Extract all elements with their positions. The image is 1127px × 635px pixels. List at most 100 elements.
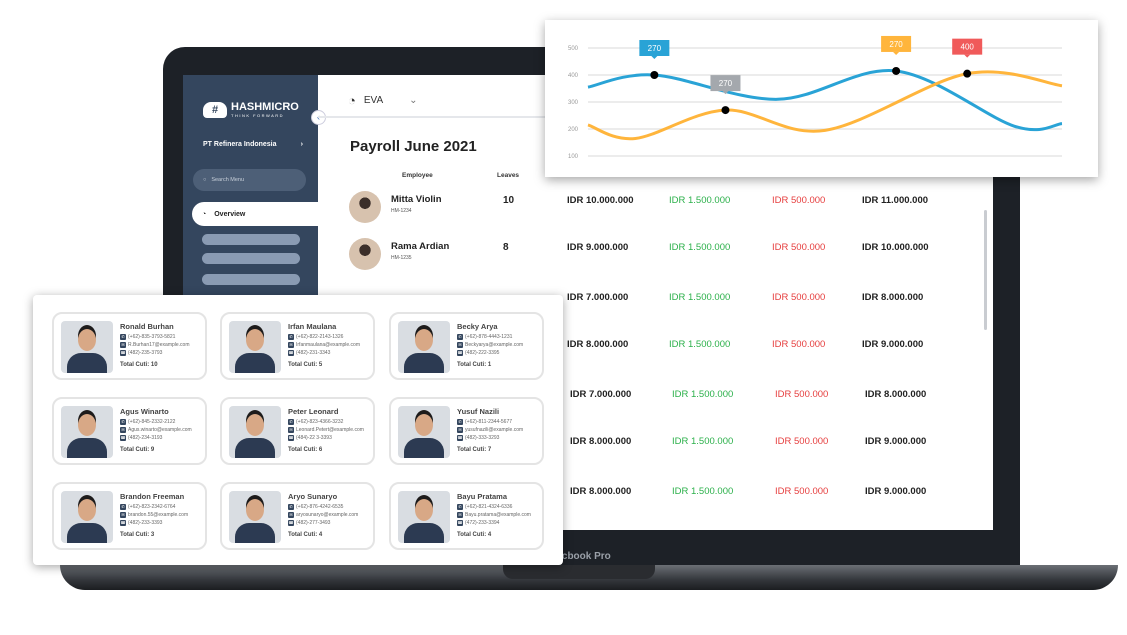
data-label: 270 [889,40,903,49]
total: IDR 8.000.000 [865,389,927,400]
logo-tagline: THINK FORWARD [231,113,285,118]
y-tick-label: 200 [568,127,579,133]
data-label: 270 [719,79,733,88]
whatsapp-icon: ✆ [120,334,126,340]
email: Bayu.pratama@example.com [465,512,531,518]
mail-icon: ✉ [288,427,294,433]
phone-line: ☎ (482)-231-3343 [288,350,330,356]
whatsapp-number: (+62)-878-4443-1231 [465,334,513,340]
mail-icon: ✉ [457,427,463,433]
employee-name: Peter Leonard [288,407,339,416]
whatsapp-line: ✆ (+62)-822-2143-1326 [288,334,343,340]
phone-number: (482)-277-3493 [296,520,331,526]
employee-card[interactable]: Becky Arya ✆ (+62)-878-4443-1231 ✉ Beckyar… [389,312,544,380]
allowance: IDR 1.500.000 [672,389,734,400]
search-menu-input[interactable]: ○ Search Menu [193,169,306,191]
salary: IDR 9.000.000 [567,242,629,253]
total: IDR 8.000.000 [862,292,924,303]
employee-photo [398,321,450,373]
phone-line: ☎ (482)-333-3293 [457,435,499,441]
employee-card[interactable]: Irfan Maulana ✆ (+62)-822-2143-1326 ✉ Irfa… [220,312,375,380]
whatsapp-number: (+62)-822-2143-1326 [296,334,344,340]
employee-name: Rama Ardian [391,241,450,252]
salary: IDR 8.000.000 [567,339,629,350]
total: IDR 9.000.000 [862,339,924,350]
leaves-count: 10 [503,195,515,206]
employee-photo [61,406,113,458]
whatsapp-line: ✆ (+62)-823-2342-6764 [120,504,175,510]
employee-name: Brandon Freeman [120,492,185,501]
employee-cards-panel: Ronald Burhan ✆ (+62)-835-3793-5821 ✉ R.Bu… [33,295,563,565]
chevron-right-icon: › [300,141,303,148]
employee-photo [398,406,450,458]
employee-id: HM-1235 [391,255,412,261]
phone-line: ☎ (472)-233-3394 [457,520,499,526]
email-line: ✉ yusufnazili@example.com [457,427,523,433]
table-row[interactable]: Rama Ardian HM-1235 8 IDR 9.000.000 IDR 1… [183,238,993,287]
whatsapp-icon: ✆ [120,504,126,510]
phone-icon: ☎ [457,435,463,441]
email-line: ✉ R.Burhan17@example.com [120,342,190,348]
whatsapp-line: ✆ (+62)-811-2344-5677 [457,419,512,425]
mail-icon: ✉ [288,512,294,518]
line-chart: 500 400 300 200 100 270 270 270 400 [568,35,1063,160]
data-point [892,66,901,75]
email: yusufnazili@example.com [465,427,524,433]
whatsapp-number: (+62)-845-2332-2122 [128,419,176,425]
phone-line: ☎ (482)-222-3395 [457,350,499,356]
employee-name: Agus Winarto [120,407,169,416]
employee-card[interactable]: Ronald Burhan ✆ (+62)-835-3793-5821 ✉ R.Bu… [52,312,207,380]
email-line: ✉ Bayu.pratama@example.com [457,512,531,518]
employee-card[interactable]: Agus Winarto ✆ (+62)-845-2332-2122 ✉ Agus.… [52,397,207,465]
phone-icon: ☎ [120,520,126,526]
employee-card[interactable]: Yusuf Nazili ✆ (+62)-811-2344-5677 ✉ yusuf… [389,397,544,465]
scrollbar[interactable] [984,210,987,330]
phone-number: (484)-22 3-3393 [296,435,332,441]
email: R.Burhan17@example.com [128,342,190,348]
employee-card[interactable]: Aryo Sunaryo ✆ (+62)-876-4242-6535 ✉ aryos… [220,482,375,550]
employee-name: Bayu Pratama [457,492,508,501]
table-row[interactable]: Mitta Violin HM-1234 10 IDR 10.000.000 ID… [183,191,993,240]
total-leave: Total Cuti: 4 [457,532,492,538]
total-leave: Total Cuti: 4 [288,532,323,538]
email: aryosunaryo@example.com [296,512,359,518]
whatsapp-number: (+62)-823-2342-6764 [128,504,176,510]
whatsapp-number: (+62)-876-4242-6535 [296,504,344,510]
email: Agus.winarto@example.com [128,427,192,433]
phone-icon: ☎ [288,435,294,441]
chevron-down-icon: ⌄ [409,95,418,106]
employee-name: Mitta Violin [391,194,442,205]
phone-line: ☎ (482)-235-3793 [120,350,162,356]
whatsapp-line: ✆ (+62)-845-2332-2122 [120,419,175,425]
total-leave: Total Cuti: 7 [457,447,492,453]
phone-line: ☎ (482)-277-3493 [288,520,330,526]
employee-name: Becky Arya [457,322,498,331]
company-selector[interactable]: PT Refinera Indonesia › [203,141,303,148]
phone-icon: ☎ [120,435,126,441]
whatsapp-number: (+62)-835-3793-5821 [128,334,176,340]
total-leave: Total Cuti: 10 [120,362,158,368]
line-chart-panel: 500 400 300 200 100 270 270 270 400 [545,20,1098,177]
avatar [349,191,381,223]
employee-name: Yusuf Nazili [457,407,500,416]
phone-icon: ☎ [120,350,126,356]
phone-number: (472)-233-3394 [465,520,500,526]
hashmicro-logo: # HASHMICRO THINK FORWARD [203,101,299,118]
employee-card[interactable]: Bayu Pratama ✆ (+62)-821-4324-6336 ✉ Bayu.… [389,482,544,550]
phone-line: ☎ (482)-233-3393 [120,520,162,526]
deduction: IDR 500.000 [772,242,826,253]
column-header-employee: Employee [402,172,433,179]
phone-number: (482)-333-3293 [465,435,500,441]
phone-number: (482)-231-3343 [296,350,331,356]
deduction: IDR 500.000 [772,195,826,206]
data-label-pointer [651,56,658,59]
employee-card[interactable]: Brandon Freeman ✆ (+62)-823-2342-6764 ✉ br… [52,482,207,550]
employee-card[interactable]: Peter Leonard ✆ (+62)-823-4366-3232 ✉ Leon… [220,397,375,465]
phone-number: (482)-222-3395 [465,350,500,356]
deduction: IDR 500.000 [772,339,826,350]
logo-icon: # [203,101,227,118]
phone-number: (482)-233-3393 [128,520,163,526]
logo-text: HASHMICRO [231,101,299,113]
whatsapp-number: (+62)-811-2344-5677 [465,419,513,425]
module-selector[interactable]: ◔ EVA ⌄ [348,93,418,108]
